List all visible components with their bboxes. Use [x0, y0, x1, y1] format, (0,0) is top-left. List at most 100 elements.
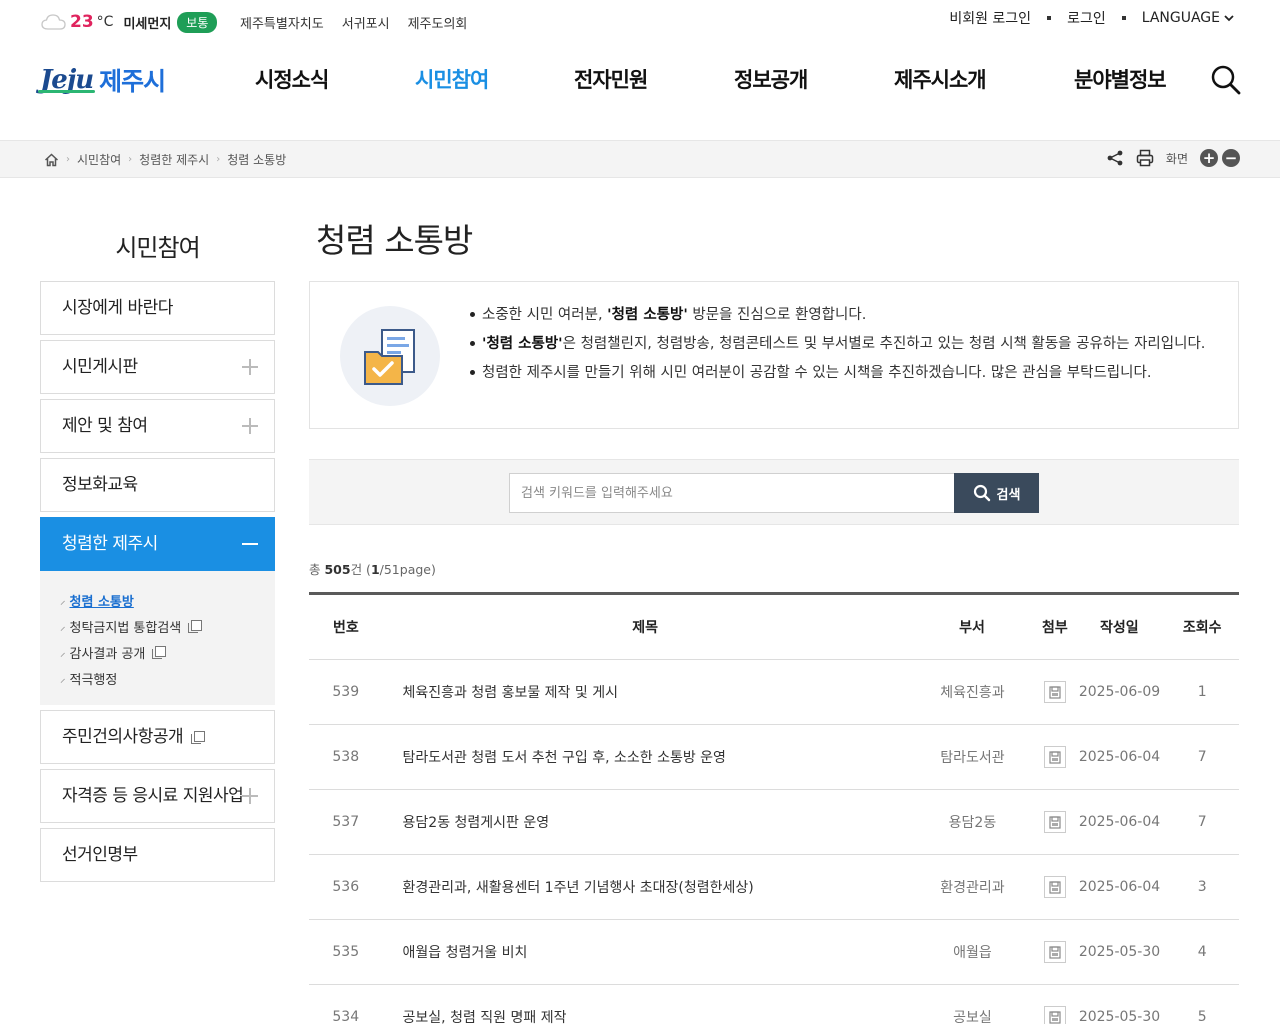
row-no: 538	[332, 749, 360, 765]
row-title-link[interactable]: 공보실, 청렴 직원 명패 제작	[383, 1007, 909, 1024]
lnb-item-resident-suggestions[interactable]: 주민건의사항공개	[40, 710, 275, 764]
temperature: 23	[70, 12, 94, 32]
new-window-icon	[188, 619, 203, 633]
menu-info-disclosure[interactable]: 정보공개	[734, 64, 808, 94]
lnb-item-education[interactable]: 정보화교육	[40, 458, 275, 512]
row-dept: 용담2동	[948, 815, 997, 831]
breadcrumb-separator: ›	[216, 154, 221, 165]
count-unit: 건 (	[350, 562, 371, 577]
row-title-link[interactable]: 애월읍 청렴거울 비치	[383, 942, 909, 962]
lnb-item-label: 자격증 등 응시료 지원사업	[62, 786, 244, 806]
header-hits: 조회수	[1182, 620, 1222, 636]
menu-e-civil[interactable]: 전자민원	[574, 64, 648, 94]
separator-dot	[1121, 16, 1126, 20]
intro-line: 소중한 시민 여러분, '청렴 소통방' 방문을 진심으로 환영합니다.	[470, 302, 1210, 328]
lnb-item-board[interactable]: 시민게시판	[40, 340, 275, 394]
row-no: 536	[332, 879, 360, 895]
table-row[interactable]: 537 용담2동 청렴게시판 운영 용담2동 2025-06-04 7	[309, 790, 1239, 855]
minus-icon	[242, 543, 258, 545]
row-date: 2025-06-04	[1078, 814, 1161, 830]
row-no: 537	[332, 814, 360, 830]
table-row[interactable]: 538 탐라도서관 청렴 도서 추천 구입 후, 소소한 소통방 운영 탐라도서…	[309, 725, 1239, 790]
count-prefix: 총	[309, 562, 325, 577]
attachment-icon[interactable]	[1044, 1006, 1067, 1024]
attachment-icon[interactable]	[1044, 811, 1067, 833]
lnb-item-integrity[interactable]: 청렴한 제주시	[40, 517, 275, 571]
menu-field-info[interactable]: 분야별정보	[1074, 64, 1167, 94]
link-jeju-council[interactable]: 제주도의회	[408, 13, 468, 32]
breadcrumb: › 시민참여 › 청렴한 제주시 › 청렴 소통방	[44, 151, 286, 168]
link-seogwipo[interactable]: 서귀포시	[342, 13, 390, 32]
row-title-link[interactable]: 탐라도서관 청렴 도서 추천 구입 후, 소소한 소통방 운영	[383, 747, 909, 767]
lnb-item-voter-list[interactable]: 선거인명부	[40, 828, 275, 882]
intro-box: 소중한 시민 여러분, '청렴 소통방' 방문을 진심으로 환영합니다. '청렴…	[309, 281, 1239, 429]
lnb-item-exam-fee[interactable]: 자격증 등 응시료 지원사업	[40, 769, 275, 823]
lnb-title: 시민참여	[115, 234, 200, 262]
zoom-out-icon[interactable]: −	[1222, 149, 1240, 167]
lnb-item-proposal[interactable]: 제안 및 참여	[40, 399, 275, 453]
row-title-link[interactable]: 용담2동 청렴게시판 운영	[383, 812, 909, 832]
table-row[interactable]: 539 체육진흥과 청렴 홍보물 제작 및 게시 체육진흥과 2025-06-0…	[309, 660, 1239, 725]
plus-icon	[242, 788, 258, 804]
submenu-audit-results[interactable]: 감사결과 공개	[60, 639, 275, 665]
attachment-icon[interactable]	[1044, 876, 1067, 898]
intro-bold: '청렴 소통방'	[482, 336, 563, 352]
row-file	[1037, 746, 1074, 768]
lnb-item-mayor[interactable]: 시장에게 바란다	[40, 281, 275, 335]
row-no: 539	[332, 684, 360, 700]
search-icon[interactable]	[1210, 64, 1242, 96]
separator-dot	[1047, 16, 1052, 20]
lnb-item-label: 주민건의사항공개	[62, 727, 184, 747]
breadcrumb-separator: ›	[66, 154, 70, 165]
submenu-solicitation-search[interactable]: 청탁금지법 통합검색	[60, 613, 275, 639]
attachment-icon[interactable]	[1044, 746, 1067, 768]
search-input[interactable]	[509, 473, 955, 513]
intro-text-part: 은 청렴챌린지, 청렴방송, 청렴콘테스트 및 부서별로 추진하고 있는 청렴 …	[562, 336, 1206, 352]
zoom-in-icon[interactable]: +	[1200, 149, 1218, 167]
menu-city-news[interactable]: 시정소식	[255, 64, 329, 94]
search-button-label: 검색	[996, 487, 1021, 503]
search-box: 검색	[309, 459, 1239, 525]
guest-login-link[interactable]: 비회원 로그인	[949, 8, 1031, 28]
submenu-integrity-room[interactable]: 청렴 소통방	[60, 587, 275, 613]
table-header: 번호 제목 부서 첨부 작성일 조회수	[309, 595, 1239, 660]
link-jeju-province[interactable]: 제주특별자치도	[240, 13, 324, 32]
current-page: 1	[370, 562, 380, 577]
lnb-item-label: 제안 및 참여	[62, 416, 148, 436]
intro-line: 청렴한 제주시를 만들기 위해 시민 여러분이 공감할 수 있는 시책을 추진하…	[470, 360, 1210, 386]
share-icon[interactable]	[1106, 149, 1124, 167]
plus-icon	[242, 359, 258, 375]
row-date: 2025-05-30	[1078, 1009, 1161, 1024]
row-hits: 5	[1197, 1009, 1207, 1024]
row-dept: 애월읍	[953, 945, 992, 961]
attachment-icon[interactable]	[1044, 681, 1067, 703]
login-link[interactable]: 로그인	[1067, 8, 1106, 28]
row-dept: 공보실	[953, 1010, 992, 1024]
row-file	[1037, 811, 1074, 833]
row-title-link[interactable]: 체육진흥과 청렴 홍보물 제작 및 게시	[383, 682, 909, 702]
menu-citizen-participation[interactable]: 시민참여	[415, 64, 489, 94]
submenu-label: 적극행정	[69, 672, 118, 688]
search-icon	[973, 484, 990, 502]
intro-bold: '청렴 소통방'	[607, 307, 688, 323]
breadcrumb-item-current[interactable]: 청렴 소통방	[227, 151, 286, 168]
menu-about-city[interactable]: 제주시소개	[894, 64, 987, 94]
table-row[interactable]: 535 애월읍 청렴거울 비치 애월읍 2025-05-30 4	[309, 920, 1239, 985]
breadcrumb-item[interactable]: 시민참여	[77, 151, 121, 168]
table-row[interactable]: 536 환경관리과, 새활용센터 1주년 기념행사 초대장(청렴한세상) 환경관…	[309, 855, 1239, 920]
breadcrumb-item[interactable]: 청렴한 제주시	[139, 151, 209, 168]
row-hits: 7	[1197, 814, 1207, 830]
language-dropdown[interactable]: LANGUAGE	[1142, 10, 1234, 26]
home-icon[interactable]	[44, 152, 59, 167]
lnb-item-label: 시장에게 바란다	[62, 298, 173, 318]
row-hits: 3	[1197, 879, 1207, 895]
table-row[interactable]: 534 공보실, 청렴 직원 명패 제작 공보실 2025-05-30 5	[309, 985, 1239, 1024]
intro-text-part: 청렴한 제주시를 만들기 위해 시민 여러분이 공감할 수 있는 시책을 추진하…	[482, 365, 1152, 381]
print-icon[interactable]	[1136, 149, 1154, 167]
submenu-active-admin[interactable]: 적극행정	[60, 665, 275, 691]
search-button[interactable]: 검색	[954, 473, 1039, 513]
language-label: LANGUAGE	[1141, 10, 1220, 26]
new-window-icon	[152, 645, 167, 659]
attachment-icon[interactable]	[1044, 941, 1067, 963]
row-title-link[interactable]: 환경관리과, 새활용센터 1주년 기념행사 초대장(청렴한세상)	[383, 877, 909, 897]
